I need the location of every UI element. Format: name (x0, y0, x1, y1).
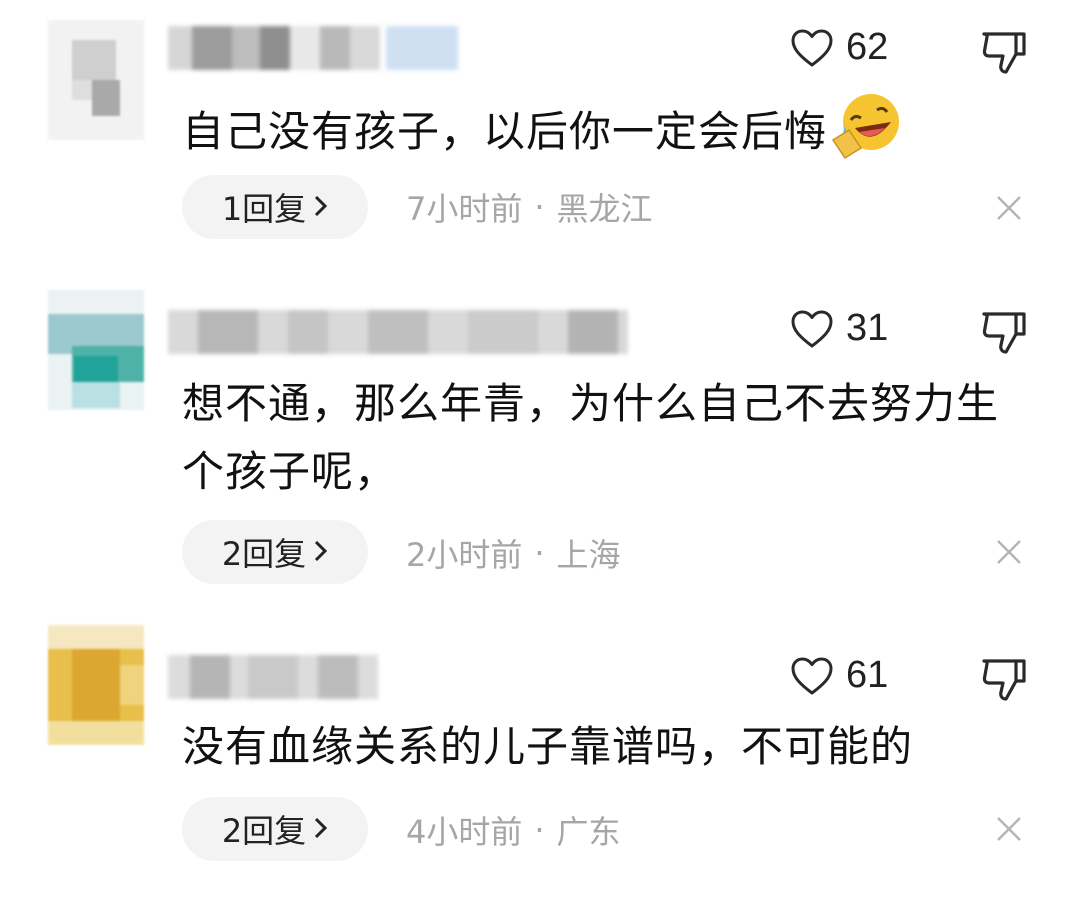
close-icon (994, 193, 1024, 223)
location: 上海 (556, 536, 621, 574)
dislike-button[interactable] (980, 308, 1028, 356)
like-count: 62 (846, 26, 889, 68)
timestamp: 7小时前 (406, 190, 523, 228)
heart-outline-icon (790, 28, 834, 68)
close-icon (994, 537, 1024, 567)
comment-meta: 4小时前 · 广东 (406, 807, 621, 853)
reply-button[interactable]: 1回复 (182, 175, 368, 239)
separator: · (534, 811, 545, 849)
comment-text-content: 自己没有孩子，以后你一定会后悔 (182, 107, 828, 156)
separator: · (534, 534, 545, 572)
dislike-button[interactable] (980, 655, 1028, 703)
timestamp: 2小时前 (406, 536, 523, 574)
like-count: 31 (846, 307, 889, 349)
reply-label: 2回复 (221, 812, 307, 850)
close-button[interactable] (994, 814, 1024, 844)
comment-item: 31 想不通，那么年青，为什么自己不去努力生个孩子呢， 2回复 2小时前 · 上… (0, 280, 1080, 610)
like-button[interactable]: 31 (790, 307, 888, 350)
like-button[interactable]: 61 (790, 654, 888, 697)
reply-button[interactable]: 2回复 (182, 797, 368, 861)
thumbs-down-icon (980, 308, 1028, 356)
comment-meta: 7小时前 · 黑龙江 (406, 184, 653, 230)
avatar[interactable] (48, 20, 144, 140)
comment-text: 想不通，那么年青，为什么自己不去努力生个孩子呢， (182, 379, 1000, 496)
chevron-right-icon (312, 533, 328, 571)
avatar[interactable] (48, 290, 144, 410)
dislike-button[interactable] (980, 28, 1028, 76)
reply-button[interactable]: 2回复 (182, 520, 368, 584)
chevron-right-icon (312, 810, 328, 848)
close-icon (994, 814, 1024, 844)
comment-item: 62 自己没有孩子，以后你一定会后悔 1回复 7小时前 · 黑龙江 (0, 0, 1080, 260)
chevron-right-icon (312, 188, 328, 226)
comment-item: 61 没有血缘关系的儿子靠谱吗，不可能的 2回复 4小时前 · 广东 (0, 625, 1080, 901)
rolling-laughing-emoji (831, 90, 903, 162)
reply-label: 1回复 (221, 190, 307, 228)
separator: · (534, 188, 545, 226)
timestamp: 4小时前 (406, 813, 523, 851)
thumbs-down-icon (980, 655, 1028, 703)
comment-text: 自己没有孩子，以后你一定会后悔 (182, 90, 1002, 166)
close-button[interactable] (994, 537, 1024, 567)
location: 黑龙江 (556, 190, 653, 228)
heart-outline-icon (790, 656, 834, 696)
like-button[interactable]: 62 (790, 26, 888, 69)
comment-text: 没有血缘关系的儿子靠谱吗，不可能的 (182, 722, 914, 771)
avatar[interactable] (48, 625, 144, 745)
like-count: 61 (846, 654, 889, 696)
username-blurred[interactable] (168, 655, 378, 699)
heart-outline-icon (790, 309, 834, 349)
username-blurred[interactable] (168, 310, 628, 354)
close-button[interactable] (994, 193, 1024, 223)
thumbs-down-icon (980, 28, 1028, 76)
location: 广东 (556, 813, 621, 851)
comment-meta: 2小时前 · 上海 (406, 530, 621, 576)
reply-label: 2回复 (221, 535, 307, 573)
username-blurred[interactable] (168, 26, 458, 70)
